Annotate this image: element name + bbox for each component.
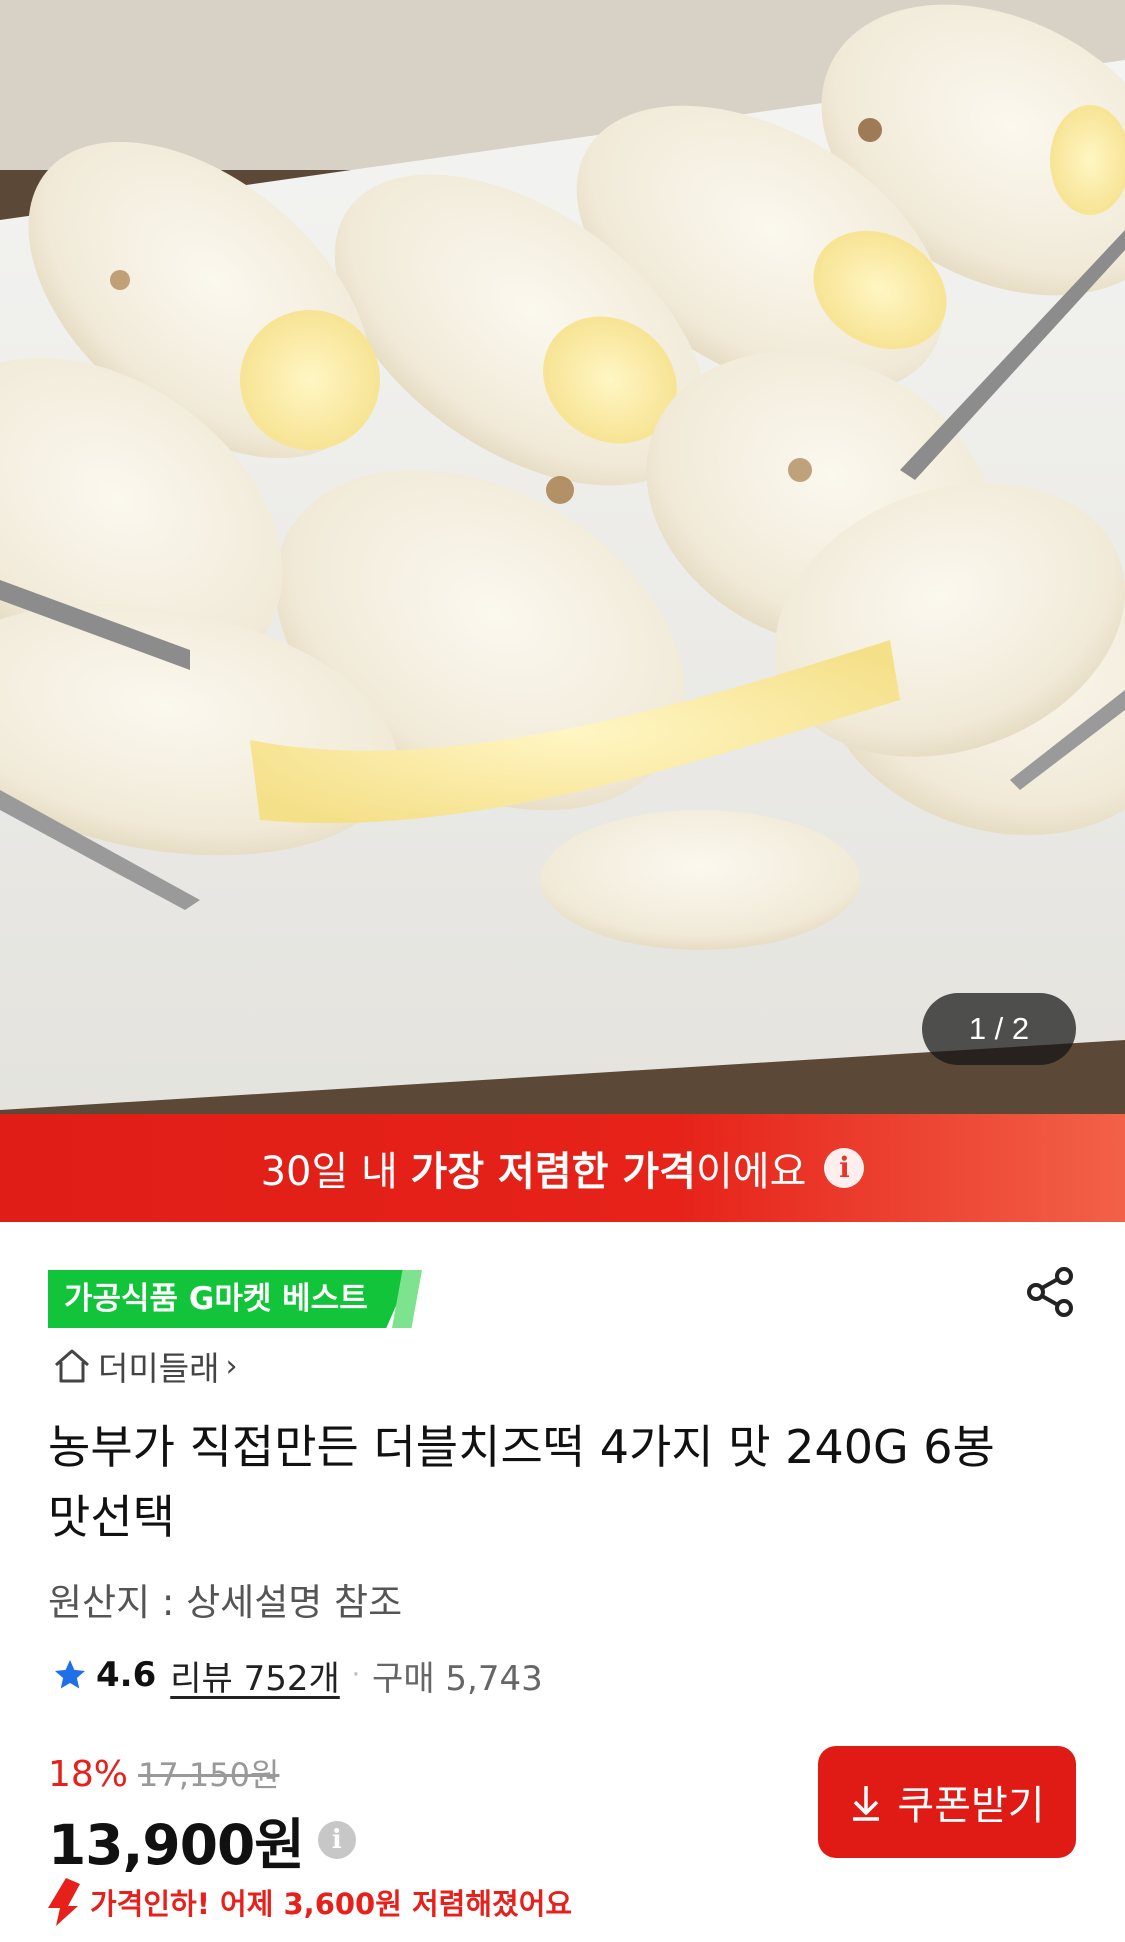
rating-score: 4.6 [96,1655,157,1695]
store-name: 더미들래 [98,1349,220,1388]
original-price: 17,150원 [138,1756,280,1794]
price-row: 13,900원 i [48,1800,356,1880]
sale-price: 13,900원 [48,1813,305,1877]
banner-suffix: 이에요 [695,1149,807,1195]
discount-rate: 18% [48,1754,129,1795]
product-origin: 원산지 : 상세설명 참조 [48,1581,403,1624]
coupon-label: 쿠폰받기 [897,1784,1045,1828]
download-arrow-icon [853,1786,880,1821]
separator-dot: · [351,1660,361,1690]
discount-row: 18% 17,150원 [48,1750,279,1796]
price-drop-notice: 가격인하! 어제 3,600원 저렴해졌어요 [44,1876,572,1928]
banner-prefix: 30일 내 [260,1149,411,1195]
image-page-counter: 1 / 2 [922,993,1076,1065]
price-drop-text: 가격인하! 어제 3,600원 저렴해졌어요 [90,1887,573,1921]
rating-row: 4.6 리뷰 752개 · 구매 5,743 [52,1650,543,1700]
share-icon[interactable] [1022,1264,1078,1320]
store-link[interactable]: 더미들래 › [52,1344,237,1388]
product-title: 농부가 직접만든 더블치즈떡 4가지 맛 240G 6봉 맛선택 [48,1420,995,1544]
review-count-link[interactable]: 리뷰 752개 [170,1651,340,1700]
purchase-count: 구매 5,743 [372,1658,543,1699]
chevron-right-icon: › [225,1348,238,1384]
price-info-icon[interactable]: i [317,1821,356,1859]
product-image[interactable]: 1 / 2 [0,0,1125,1114]
product-photo [0,0,1125,1114]
home-icon [55,1349,89,1383]
best-seller-badge: 가공식품 G마켓 베스트 [48,1270,412,1328]
coupon-button[interactable]: 쿠폰받기 [818,1746,1076,1858]
star-icon [55,1660,85,1689]
lowest-price-banner[interactable]: 30일 내 가장 저렴한 가격 이에요 i [0,1114,1125,1222]
banner-highlight: 가장 저렴한 가격 [410,1149,696,1195]
price-drop-arrow-icon [48,1878,80,1926]
info-icon[interactable]: i [824,1148,865,1188]
